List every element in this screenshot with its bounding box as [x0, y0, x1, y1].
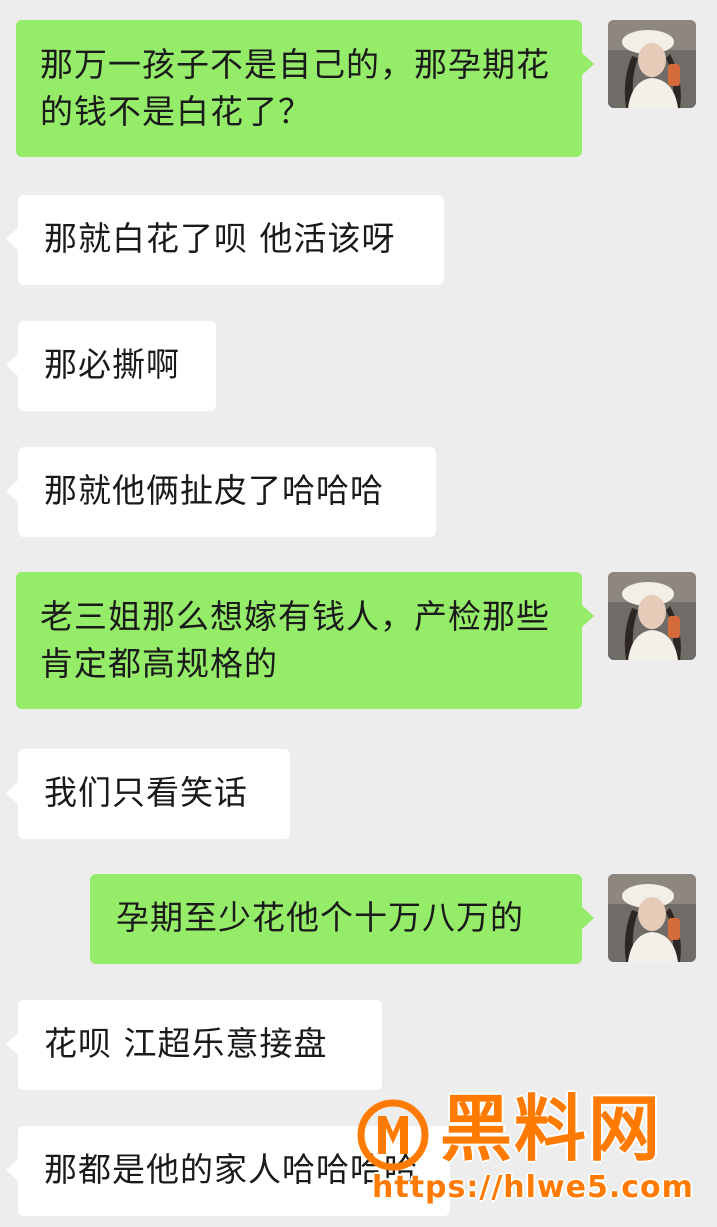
message-bubble-outgoing[interactable]: 老三姐那么想嫁有钱人，产检那些肯定都高规格的 [16, 572, 594, 709]
message-bubble-incoming[interactable]: 我们只看笑话 [6, 749, 290, 839]
avatar-photo-icon [608, 572, 696, 660]
message-bubble-incoming[interactable]: 那就白花了呗 他活该呀 [6, 195, 444, 285]
message-text: 那必撕啊 [44, 345, 180, 384]
watermark-url: https://hlwe5.com [372, 1170, 694, 1205]
message-bubble-outgoing[interactable]: 孕期至少花他个十万八万的 [90, 874, 594, 964]
message-text: 那万一孩子不是自己的，那孕期花的钱不是白花了？ [40, 45, 550, 131]
avatar-photo-icon [608, 20, 696, 108]
message-text: 我们只看笑话 [44, 773, 248, 812]
message-bubble-outgoing[interactable]: 那万一孩子不是自己的，那孕期花的钱不是白花了？ [16, 20, 594, 157]
user-avatar[interactable] [608, 874, 696, 962]
message-bubble-incoming[interactable]: 那就他俩扯皮了哈哈哈 [6, 447, 436, 537]
message-text: 孕期至少花他个十万八万的 [116, 898, 524, 937]
brand-logo-icon [357, 1099, 429, 1171]
message-bubble-incoming[interactable]: 花呗 江超乐意接盘 [6, 1000, 382, 1090]
user-avatar[interactable] [608, 20, 696, 108]
chat-window: 那万一孩子不是自己的，那孕期花的钱不是白花了？ 那就白花了呗 他活该呀 那必撕啊… [0, 0, 717, 1227]
avatar-photo-icon [608, 874, 696, 962]
message-text: 老三姐那么想嫁有钱人，产检那些肯定都高规格的 [40, 597, 550, 683]
site-watermark: 黑料网 https://hlwe5.com [356, 1087, 706, 1212]
user-avatar[interactable] [608, 572, 696, 660]
message-bubble-incoming[interactable]: 那必撕啊 [6, 321, 216, 411]
message-text: 那就白花了呗 他活该呀 [44, 219, 396, 258]
watermark-title: 黑料网 [440, 1087, 663, 1171]
message-text: 花呗 江超乐意接盘 [44, 1024, 328, 1063]
message-text: 那就他俩扯皮了哈哈哈 [44, 471, 384, 510]
